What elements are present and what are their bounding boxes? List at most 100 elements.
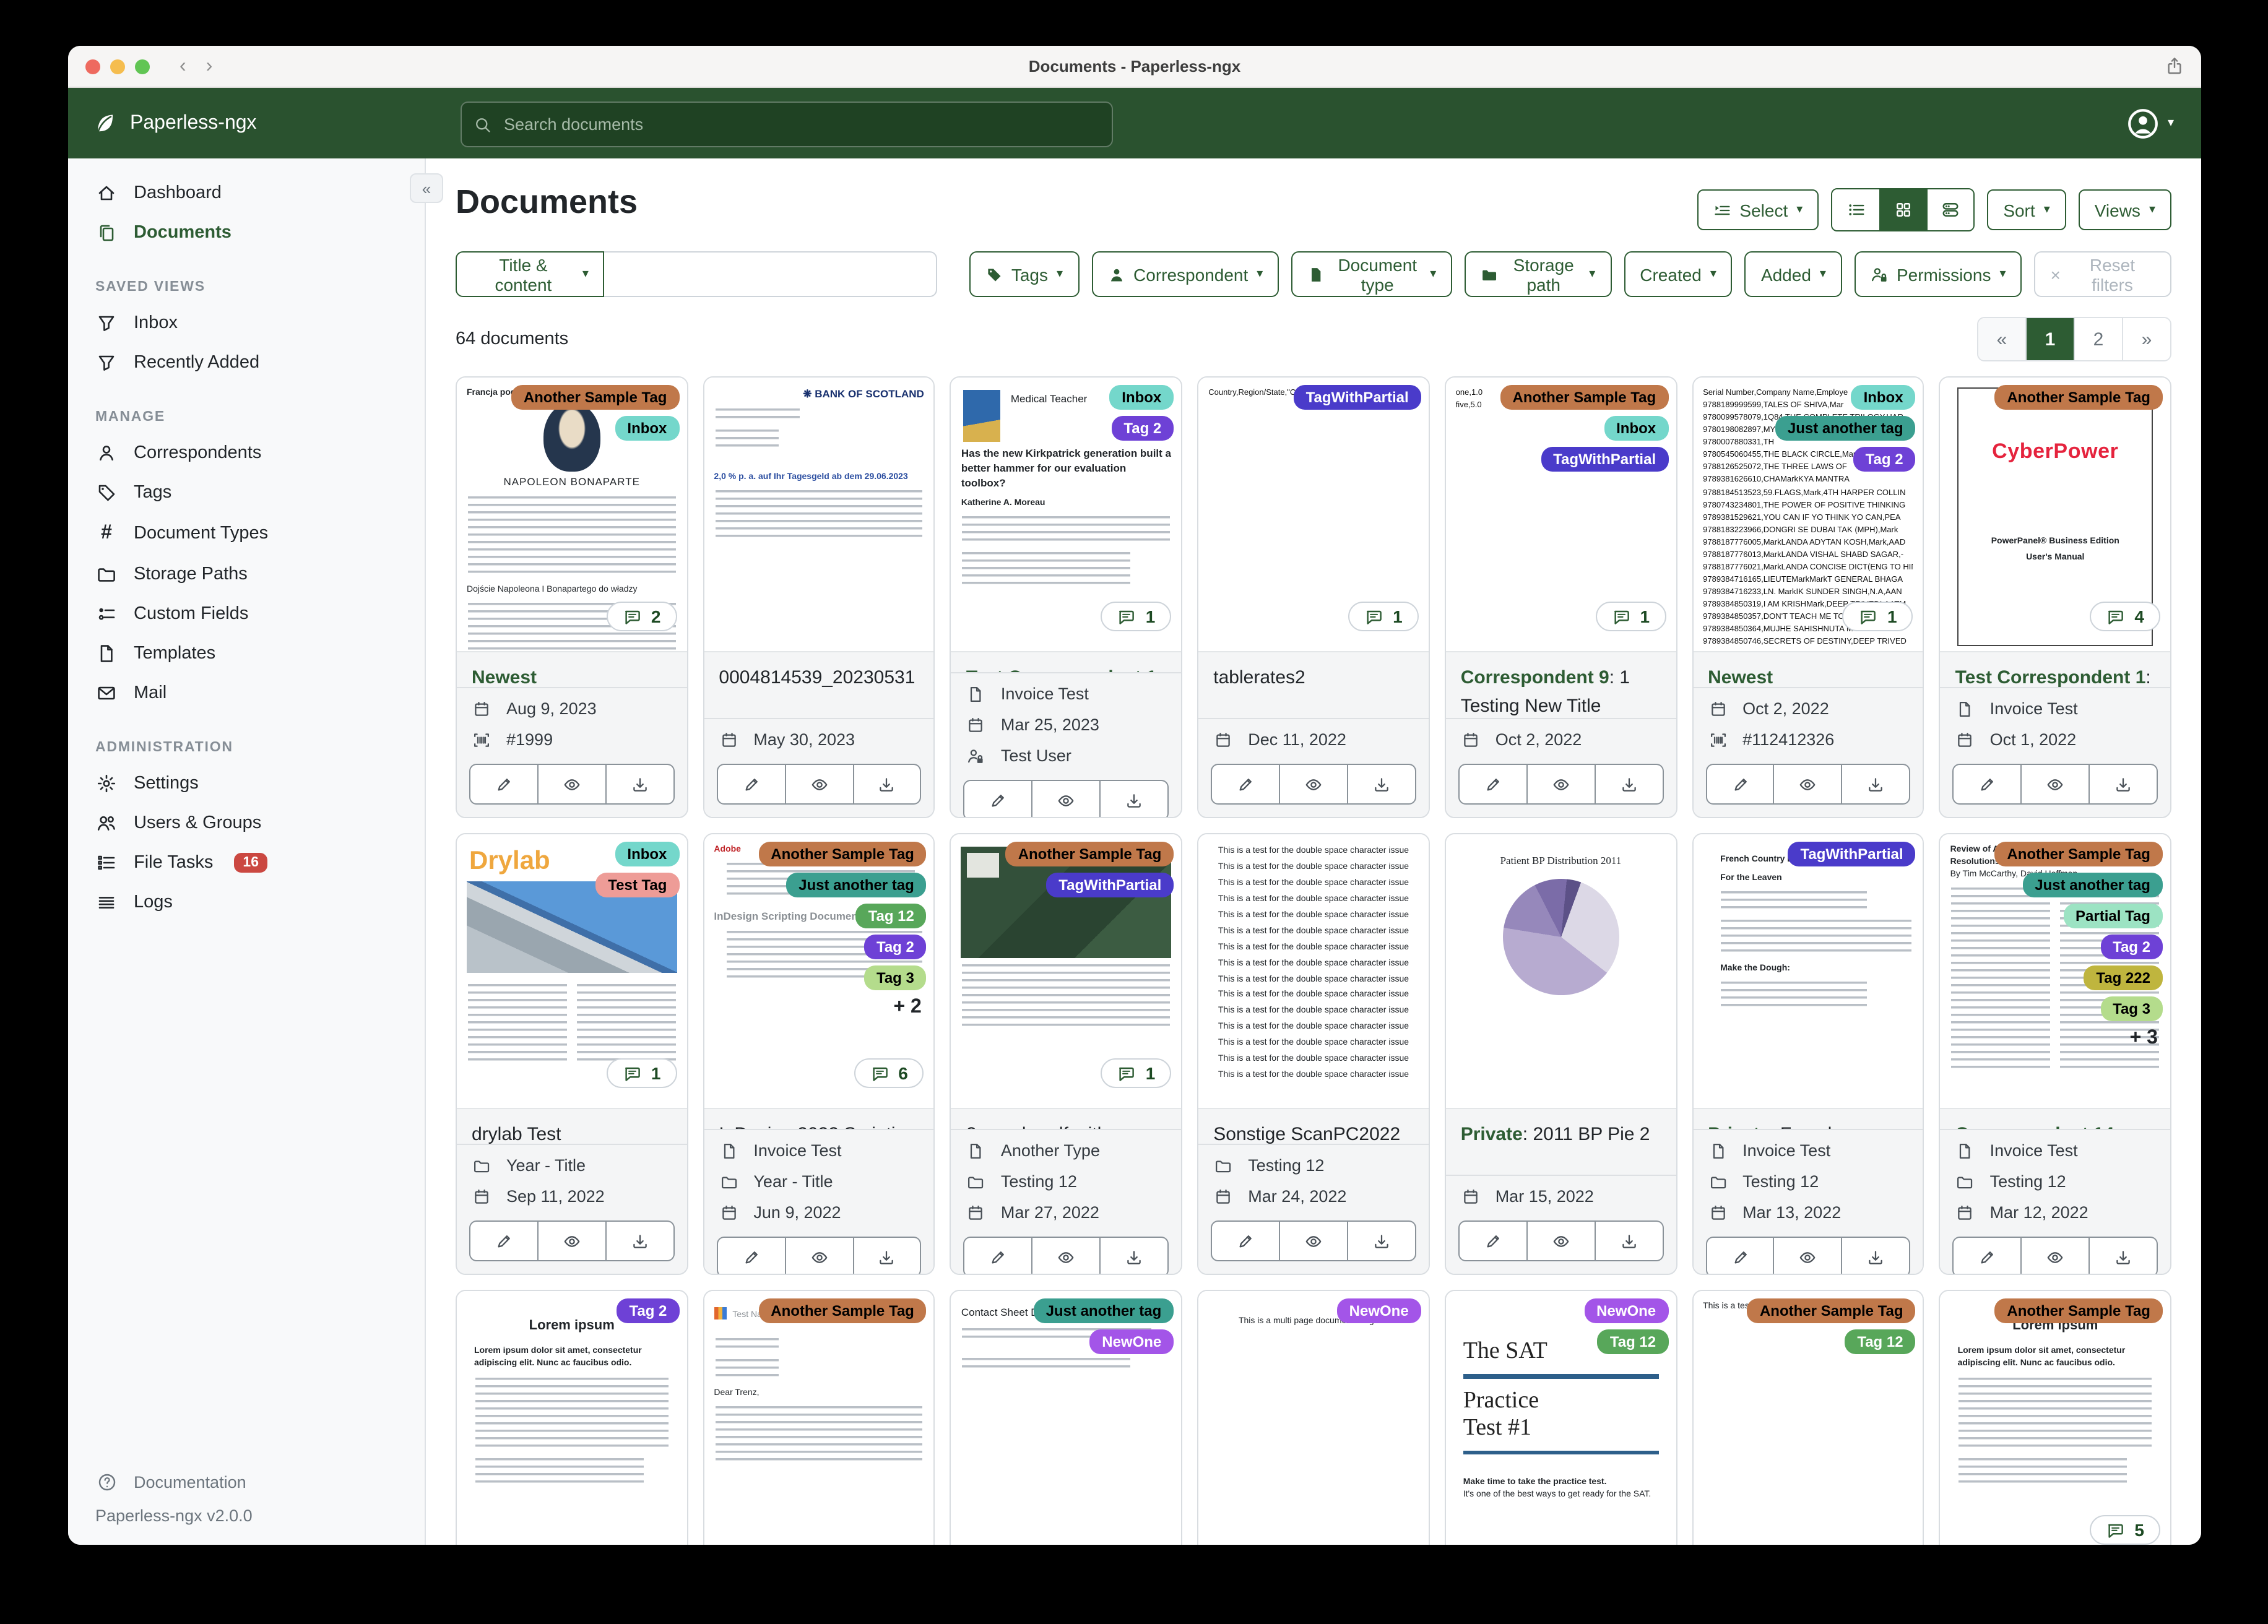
sidebar-item-dashboard[interactable]: Dashboard bbox=[68, 173, 425, 213]
download-button[interactable] bbox=[606, 1220, 675, 1261]
tag-pill-tagwithpartial[interactable]: TagWithPartial bbox=[1046, 873, 1174, 897]
document-title[interactable]: Private: French Country Bread Revised.do… bbox=[1693, 1108, 1923, 1129]
tag-pill-inbox[interactable]: Inbox bbox=[1604, 416, 1669, 441]
document-title[interactable]: Sonstige ScanPC2022 03-24_081058 bbox=[1198, 1108, 1429, 1144]
tag-pill-tag-12[interactable]: Tag 12 bbox=[1845, 1329, 1916, 1354]
document-thumbnail[interactable]: ❋ BANK OF SCOTLAND 2,0 % p. a. auf Ihr Ta… bbox=[704, 378, 934, 651]
tag-pill-tag-2[interactable]: Tag 2 bbox=[1111, 416, 1174, 441]
sidebar-item-documents[interactable]: Documents bbox=[68, 213, 425, 253]
edit-button[interactable] bbox=[1211, 1220, 1281, 1261]
document-card[interactable]: Another Sample Tag TagWithPartial 1 2sample… bbox=[950, 833, 1183, 1275]
document-title[interactable]: Test Correspondent 1: [paperless] test p… bbox=[951, 651, 1182, 672]
document-title[interactable]: Newest Correspondent: Sample100.csv bbox=[1693, 651, 1923, 687]
tag-pill-just-another-tag[interactable]: Just another tag bbox=[1033, 1298, 1174, 1323]
download-button[interactable] bbox=[1842, 1237, 1911, 1274]
tag-pill-another-sample-tag[interactable]: Another Sample Tag bbox=[1994, 385, 2163, 410]
edit-button[interactable] bbox=[1705, 1237, 1775, 1274]
filter-correspondent-button[interactable]: Correspondent ▾ bbox=[1091, 251, 1279, 297]
tag-pill-newone[interactable]: NewOne bbox=[1336, 1298, 1421, 1323]
view-button[interactable] bbox=[1527, 764, 1596, 805]
tag-pill-another-sample-tag[interactable]: Another Sample Tag bbox=[1994, 842, 2163, 866]
download-button[interactable] bbox=[1348, 764, 1416, 805]
document-correspondent[interactable]: Newest Correspondent bbox=[1708, 667, 1841, 687]
tag-pill-another-sample-tag[interactable]: Another Sample Tag bbox=[758, 842, 927, 866]
document-thumbnail[interactable]: Adobe InDesign Scripting Documentation Ano… bbox=[704, 834, 934, 1108]
document-correspondent[interactable]: Test Correspondent 1 bbox=[966, 667, 1157, 672]
document-thumbnail[interactable]: This is a test Another Sample Tag Tag 12 bbox=[1693, 1291, 1923, 1545]
tag-pill-tag-222[interactable]: Tag 222 bbox=[2084, 965, 2163, 990]
document-title[interactable]: InDesign 2022 Scripting Read Me bbox=[704, 1108, 934, 1129]
edit-button[interactable] bbox=[1211, 764, 1281, 805]
document-card[interactable]: Lorem ipsum Lorem ipsum dolor sit amet, c… bbox=[1939, 1290, 2171, 1545]
sidebar-item-storage-paths[interactable]: Storage Paths bbox=[68, 555, 425, 594]
grid-view-button[interactable] bbox=[1879, 189, 1927, 230]
filter-storage-path-button[interactable]: Storage path ▾ bbox=[1465, 251, 1612, 297]
edit-button[interactable] bbox=[716, 764, 786, 805]
document-card[interactable]: Medical Teacher Has the new Kirkpatrick g… bbox=[950, 376, 1183, 818]
tag-pill-inbox[interactable]: Inbox bbox=[615, 416, 680, 441]
document-thumbnail[interactable]: Serial Number,Company Name,Employe 978818… bbox=[1693, 378, 1923, 651]
document-thumbnail[interactable]: The SAT Practice Test #1 Make time to take … bbox=[1445, 1291, 1676, 1545]
sort-button[interactable]: Sort ▾ bbox=[1987, 189, 2066, 230]
download-button[interactable] bbox=[854, 1237, 922, 1274]
tag-pill-test-tag[interactable]: Test Tag bbox=[595, 873, 680, 897]
document-card[interactable]: Lorem ipsum Lorem ipsum dolor sit amet, c… bbox=[456, 1290, 688, 1545]
view-button[interactable] bbox=[538, 764, 607, 805]
tag-pill-inbox[interactable]: Inbox bbox=[1109, 385, 1174, 410]
document-thumbnail[interactable]: Country,Region/State,"County,City,Assess… bbox=[1198, 378, 1429, 651]
global-search[interactable] bbox=[461, 102, 1113, 147]
document-thumbnail[interactable]: This is a multi page document. Page 1. Ne… bbox=[1198, 1291, 1429, 1545]
document-title[interactable]: Correspondent 9: 1 Testing New Title Upd… bbox=[1445, 651, 1676, 718]
tag-pill-tag-2[interactable]: Tag 2 bbox=[1853, 447, 1916, 472]
filter-created-button[interactable]: Created ▾ bbox=[1624, 251, 1733, 297]
sidebar-item-recently-added[interactable]: Recently Added bbox=[68, 343, 425, 382]
tag-pill-another-sample-tag[interactable]: Another Sample Tag bbox=[1747, 1298, 1916, 1323]
document-card[interactable]: French Country Bread For the Leaven Make t… bbox=[1692, 833, 1924, 1275]
tag-pill-inbox[interactable]: Inbox bbox=[1851, 385, 1916, 410]
tag-pill-inbox[interactable]: Inbox bbox=[615, 842, 680, 866]
view-button[interactable] bbox=[1280, 764, 1348, 805]
document-thumbnail[interactable]: Francja pod r NAPOLEON BONAPARTE Dojście N… bbox=[457, 378, 687, 651]
download-button[interactable] bbox=[1595, 1220, 1664, 1261]
tag-pill-newone[interactable]: NewOne bbox=[1089, 1329, 1174, 1354]
view-button[interactable] bbox=[1280, 1220, 1348, 1261]
document-card[interactable]: Review of Arbitral Awards shows Swift Re… bbox=[1939, 833, 2171, 1275]
edit-button[interactable] bbox=[1952, 764, 2022, 805]
document-thumbnail[interactable]: CyberPower PowerPanel® Business Edition Us… bbox=[1940, 378, 2170, 651]
document-title[interactable]: 2sample-pdf-with-images bbox=[951, 1108, 1182, 1129]
download-button[interactable] bbox=[1842, 764, 1911, 805]
edit-button[interactable] bbox=[1952, 1237, 2022, 1274]
search-input[interactable] bbox=[501, 114, 1099, 135]
pagination-page-1[interactable]: 1 bbox=[2025, 318, 2074, 360]
tag-pill-tag-2[interactable]: Tag 2 bbox=[2100, 935, 2163, 959]
tag-pill-partial-tag[interactable]: Partial Tag bbox=[2063, 904, 2163, 928]
edit-button[interactable] bbox=[963, 1237, 1033, 1274]
tag-pill-tag-12[interactable]: Tag 12 bbox=[1597, 1329, 1669, 1354]
document-card[interactable]: Serial Number,Company Name,Employe 978818… bbox=[1692, 376, 1924, 818]
document-card[interactable]: Drylab Inbox Test Tag 1 drylab Test Year - Ti… bbox=[456, 833, 688, 1275]
document-thumbnail[interactable]: Drylab Inbox Test Tag 1 bbox=[457, 834, 687, 1108]
document-title[interactable]: 0004814539_20230531 bbox=[704, 651, 934, 718]
pagination-next[interactable]: » bbox=[2122, 318, 2170, 360]
document-card[interactable]: CyberPower PowerPanel® Business Edition Us… bbox=[1939, 376, 2171, 818]
detail-view-button[interactable] bbox=[1926, 189, 1974, 230]
edit-button[interactable] bbox=[469, 1220, 539, 1261]
sidebar-item-templates[interactable]: Templates bbox=[68, 634, 425, 673]
document-thumbnail[interactable]: Lorem ipsum Lorem ipsum dolor sit amet, c… bbox=[457, 1291, 687, 1545]
document-correspondent[interactable]: Test Correspondent 1 bbox=[1955, 667, 2146, 687]
view-button[interactable] bbox=[538, 1220, 607, 1261]
document-correspondent[interactable]: Correspondent 14 bbox=[1955, 1124, 2114, 1129]
tag-pill-tag-3[interactable]: Tag 3 bbox=[863, 965, 927, 990]
sidebar-item-users-groups[interactable]: Users & Groups bbox=[68, 803, 425, 843]
pagination-page-2[interactable]: 2 bbox=[2074, 318, 2122, 360]
app-logo[interactable]: Paperless-ngx bbox=[93, 111, 257, 136]
tag-pill-tagwithpartial[interactable]: TagWithPartial bbox=[1293, 385, 1421, 410]
download-button[interactable] bbox=[854, 764, 922, 805]
document-thumbnail[interactable]: Medical Teacher Has the new Kirkpatrick g… bbox=[951, 378, 1182, 651]
view-button[interactable] bbox=[786, 1237, 854, 1274]
document-card[interactable]: Francja pod r NAPOLEON BONAPARTE Dojście N… bbox=[456, 376, 688, 818]
document-title[interactable]: Correspondent 14: Review-of-New-York-Fed… bbox=[1940, 1108, 2170, 1129]
tag-pill-another-sample-tag[interactable]: Another Sample Tag bbox=[1005, 842, 1174, 866]
document-card[interactable]: Contact Sheet Demo Just another tag NewOne bbox=[950, 1290, 1183, 1545]
share-icon[interactable] bbox=[2165, 57, 2184, 76]
